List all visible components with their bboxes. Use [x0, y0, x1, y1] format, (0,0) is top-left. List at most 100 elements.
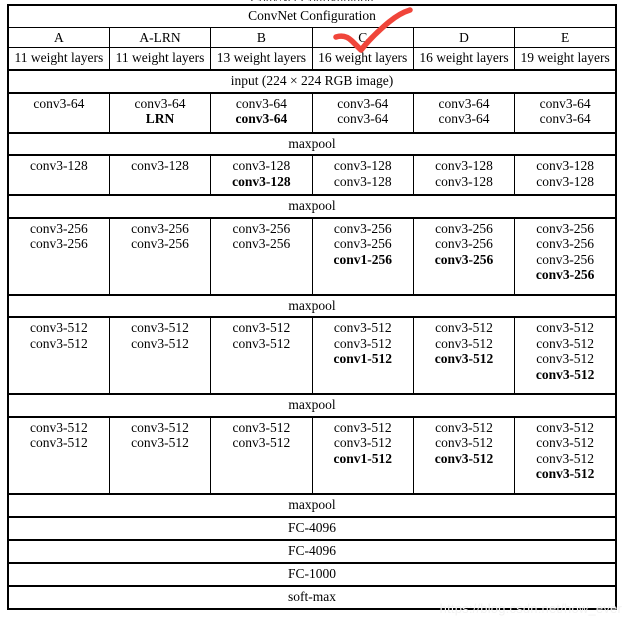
- cell-block-64-a-lrn: conv3-64 LRN: [108, 91, 212, 133]
- layer-entry: conv3-512: [131, 435, 189, 450]
- layer-entry: conv3-512: [333, 419, 392, 435]
- layer-entry: conv3-128: [435, 173, 493, 189]
- layer-entry: conv3-64: [134, 95, 186, 111]
- cell-block-512-a-d: conv3-512 conv3-512 conv3-512: [412, 316, 516, 395]
- table-caption: ConvNet Configuration: [7, 4, 617, 28]
- layer-entry: conv3-256: [232, 220, 291, 236]
- cell-block-64-b: conv3-64 conv3-64: [210, 91, 313, 133]
- weight-layers-d: 16 weight layers: [412, 47, 516, 71]
- column-header-c: C: [311, 26, 414, 48]
- maxpool-row-0: maxpool: [7, 131, 617, 156]
- layer-entry: conv3-512: [536, 320, 594, 335]
- layer-entry: conv3-128: [131, 158, 189, 173]
- layer-entry: conv3-256: [232, 236, 291, 251]
- weight-layers-a-lrn: 11 weight layers: [108, 47, 212, 71]
- maxpool-label: maxpool: [7, 194, 617, 218]
- weight-layers-e: 19 weight layers: [514, 47, 617, 71]
- layer-entry: conv3-512: [434, 351, 494, 366]
- cell-block-128-c: conv3-128 conv3-128: [311, 154, 414, 196]
- watermark-text: https://blog.csdn.net/how_ever: [439, 601, 622, 616]
- layer-entry: conv1-256: [333, 251, 392, 267]
- layer-entry: conv3-512: [131, 320, 189, 335]
- conv-block-row-block-128: conv3-128 conv3-128 conv3-128 conv3-128 conv…: [7, 154, 617, 196]
- maxpool-row-1: maxpool: [7, 194, 617, 218]
- cell-block-128-a: conv3-128: [7, 154, 110, 196]
- figure-root: ConvNet Configuration ConvNet Configurat…: [0, 0, 624, 630]
- footer-row-0: maxpool: [7, 492, 617, 517]
- layer-entry: conv3-512: [30, 435, 88, 450]
- conv-block-row-block-64: conv3-64 conv3-64 LRN conv3-64 conv3-64 conv3…: [7, 91, 617, 133]
- conv-block-row-block-256: conv3-256 conv3-256 conv3-256 conv3-256 conv…: [7, 216, 617, 295]
- conv-block-row-block-512-a: conv3-512 conv3-512 conv3-512 conv3-512 conv…: [7, 316, 617, 395]
- footer-label-maxpool: maxpool: [7, 492, 617, 517]
- input-row: input (224 × 224 RGB image): [7, 69, 617, 93]
- convnet-configuration-table: ConvNet Configuration A A-LRN B C D E 11…: [7, 4, 617, 610]
- footer-label-fc-4096: FC-4096: [7, 538, 617, 563]
- layer-entry: conv3-128: [536, 173, 594, 189]
- layer-entry: conv3-256: [333, 220, 392, 236]
- cell-block-512-a-c: conv3-512 conv3-512 conv1-512: [311, 316, 414, 395]
- layer-entry: conv3-512: [333, 320, 392, 335]
- layer-entry: conv3-64: [539, 95, 591, 111]
- cell-block-512-b-d: conv3-512 conv3-512 conv3-512: [412, 415, 516, 494]
- cell-block-64-a: conv3-64: [7, 91, 110, 133]
- layer-entry: conv3-512: [536, 435, 594, 450]
- weight-layers-a: 11 weight layers: [7, 47, 110, 71]
- layer-entry: conv3-128: [232, 158, 291, 173]
- cell-block-512-b-a-lrn: conv3-512 conv3-512: [108, 415, 212, 494]
- cell-block-256-b: conv3-256 conv3-256: [210, 216, 313, 295]
- layer-entry: conv3-256: [435, 220, 493, 236]
- layer-entry: conv3-512: [535, 466, 595, 481]
- layer-entry: conv3-512: [232, 419, 291, 435]
- layer-entry: conv3-256: [333, 236, 392, 251]
- input-label: input (224 × 224 RGB image): [7, 69, 617, 93]
- layer-entry: conv3-512: [30, 320, 88, 335]
- column-name-row: A A-LRN B C D E: [7, 26, 617, 48]
- weight-layers-row: 11 weight layers 11 weight layers 13 wei…: [7, 47, 617, 71]
- layer-entry: conv3-256: [435, 236, 493, 251]
- layer-entry: conv3-64: [337, 111, 389, 126]
- cell-block-512-b-a: conv3-512 conv3-512: [7, 415, 110, 494]
- cell-block-128-a-lrn: conv3-128: [108, 154, 212, 196]
- layer-entry: LRN: [145, 111, 175, 126]
- layer-entry: conv3-512: [435, 435, 493, 450]
- layer-entry: conv3-512: [435, 335, 493, 351]
- layer-entry: conv3-256: [30, 220, 88, 236]
- layer-entry: conv3-128: [435, 158, 493, 173]
- layer-entry: conv1-512: [333, 450, 392, 466]
- cell-block-512-a-b: conv3-512 conv3-512: [210, 316, 313, 395]
- layer-entry: conv3-64: [539, 111, 591, 126]
- cell-block-128-b: conv3-128 conv3-128: [210, 154, 313, 196]
- clipped-text-remnant: ConvNet Configuration: [0, 0, 624, 1]
- layer-entry: conv3-512: [434, 450, 494, 466]
- footer-row-2: FC-4096: [7, 538, 617, 563]
- footer-label-fc-1000: FC-1000: [7, 561, 617, 586]
- layer-entry: conv3-64: [438, 111, 490, 126]
- layer-entry: conv3-512: [232, 335, 291, 351]
- cell-block-256-a: conv3-256 conv3-256: [7, 216, 110, 295]
- layer-entry: conv3-512: [131, 335, 189, 351]
- layer-entry: conv3-256: [536, 236, 594, 251]
- layer-entry: conv3-256: [131, 220, 189, 236]
- layer-entry: conv3-64: [235, 95, 287, 111]
- layer-entry: conv3-128: [333, 173, 392, 189]
- maxpool-row-2: maxpool: [7, 293, 617, 318]
- layer-entry: conv3-256: [535, 267, 595, 282]
- layer-entry: conv3-64: [33, 95, 85, 111]
- layer-entry: conv3-64: [438, 95, 490, 111]
- cell-block-512-a-e: conv3-512 conv3-512 conv3-512 conv3-512: [514, 316, 617, 395]
- cell-block-512-b-c: conv3-512 conv3-512 conv1-512: [311, 415, 414, 494]
- layer-entry: conv3-512: [333, 335, 392, 351]
- layer-entry: conv3-512: [333, 435, 392, 450]
- layer-entry: conv3-512: [535, 366, 595, 382]
- column-header-d: D: [412, 26, 516, 48]
- caption-row: ConvNet Configuration: [7, 4, 617, 28]
- column-header-a: A: [7, 26, 110, 48]
- maxpool-row-3: maxpool: [7, 393, 617, 417]
- column-header-e: E: [514, 26, 617, 48]
- layer-entry: conv3-256: [434, 251, 494, 267]
- layer-entry: conv3-128: [232, 173, 291, 189]
- layer-entry: conv3-128: [30, 158, 88, 173]
- layer-entry: conv3-512: [131, 419, 189, 435]
- maxpool-label: maxpool: [7, 393, 617, 417]
